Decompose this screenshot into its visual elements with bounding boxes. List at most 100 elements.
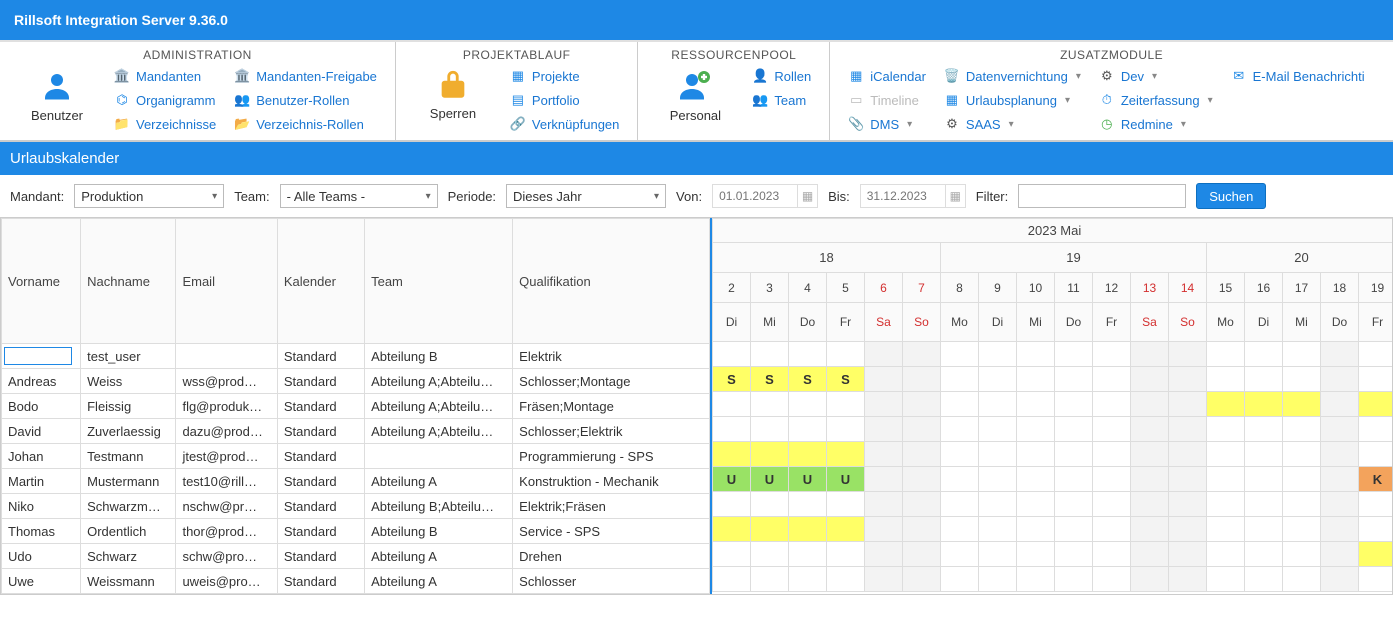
calendar-cell[interactable] bbox=[1169, 467, 1207, 492]
period-select[interactable]: Dieses Jahr ▾ bbox=[506, 184, 666, 208]
bis-input[interactable] bbox=[860, 184, 946, 208]
zeiterfassung-link[interactable]: ⏱ Zeiterfassung ▾ bbox=[1099, 92, 1213, 108]
cell-vorname[interactable]: Niko bbox=[2, 494, 81, 519]
calendar-cell[interactable] bbox=[941, 342, 979, 367]
table-row[interactable]: DavidZuverlaessigdazu@prod…StandardAbtei… bbox=[2, 419, 710, 444]
calendar-cell[interactable] bbox=[1169, 392, 1207, 417]
calendar-cell[interactable] bbox=[1055, 367, 1093, 392]
calendar-cell[interactable] bbox=[903, 442, 941, 467]
calendar-cell[interactable] bbox=[751, 417, 789, 442]
cell-team[interactable]: Abteilung B bbox=[365, 519, 513, 544]
calendar-cell[interactable] bbox=[1055, 342, 1093, 367]
projekte-link[interactable]: ▦ Projekte bbox=[510, 68, 619, 84]
calendar-cell[interactable] bbox=[1359, 517, 1393, 542]
calendar-cell[interactable] bbox=[1321, 342, 1359, 367]
calendar-cell[interactable] bbox=[789, 392, 827, 417]
cell-vorname[interactable]: Uwe bbox=[2, 569, 81, 594]
cell-kalender[interactable]: Standard bbox=[277, 394, 364, 419]
datenvernichtung-link[interactable]: 🗑️ Datenvernichtung ▾ bbox=[944, 68, 1081, 84]
calendar-cell[interactable] bbox=[1283, 517, 1321, 542]
calendar-cell[interactable] bbox=[1207, 392, 1245, 417]
calendar-cell[interactable] bbox=[1169, 492, 1207, 517]
calendar-cell[interactable] bbox=[941, 392, 979, 417]
calendar-cell[interactable] bbox=[713, 342, 751, 367]
verknuepfungen-link[interactable]: 🔗 Verknüpfungen bbox=[510, 116, 619, 132]
cell-vorname[interactable]: David bbox=[2, 419, 81, 444]
calendar-cell[interactable] bbox=[1245, 492, 1283, 517]
calendar-cell[interactable] bbox=[1131, 467, 1169, 492]
calendar-cell[interactable] bbox=[713, 442, 751, 467]
calendar-cell[interactable] bbox=[865, 442, 903, 467]
von-input[interactable] bbox=[712, 184, 798, 208]
calendar-cell[interactable] bbox=[1321, 442, 1359, 467]
calendar-cell[interactable] bbox=[941, 417, 979, 442]
cell-kalender[interactable]: Standard bbox=[277, 419, 364, 444]
table-row[interactable]: NikoSchwarzm…nschw@pr…StandardAbteilung … bbox=[2, 494, 710, 519]
calendar-cell[interactable] bbox=[1017, 542, 1055, 567]
calendar-cell[interactable] bbox=[1055, 392, 1093, 417]
team-link[interactable]: 👥 Team bbox=[752, 92, 811, 108]
calendar-cell[interactable] bbox=[751, 442, 789, 467]
cell-email[interactable]: flg@produk… bbox=[176, 394, 277, 419]
cell-team[interactable] bbox=[365, 444, 513, 469]
calendar-cell[interactable]: K bbox=[1359, 467, 1393, 492]
calendar-cell[interactable] bbox=[827, 492, 865, 517]
calendar-cell[interactable] bbox=[1169, 417, 1207, 442]
calendar-cell[interactable]: S bbox=[751, 367, 789, 392]
calendar-cell[interactable] bbox=[1359, 392, 1393, 417]
calendar-cell[interactable] bbox=[827, 342, 865, 367]
calendar-cell[interactable] bbox=[903, 392, 941, 417]
table-row[interactable]: BodoFleissigflg@produk…StandardAbteilung… bbox=[2, 394, 710, 419]
calendar-cell[interactable] bbox=[903, 367, 941, 392]
cell-qual[interactable]: Elektrik bbox=[513, 344, 710, 369]
calendar-cell[interactable] bbox=[1283, 492, 1321, 517]
calendar-cell[interactable] bbox=[865, 342, 903, 367]
calendar-cell[interactable] bbox=[979, 542, 1017, 567]
cell-nachname[interactable]: Zuverlaessig bbox=[81, 419, 176, 444]
calendar-cell[interactable] bbox=[1245, 517, 1283, 542]
calendar-cell[interactable] bbox=[1321, 542, 1359, 567]
calendar-cell[interactable] bbox=[941, 367, 979, 392]
calendar-cell[interactable] bbox=[1207, 442, 1245, 467]
calendar-cell[interactable] bbox=[751, 392, 789, 417]
calendar-cell[interactable] bbox=[1131, 342, 1169, 367]
table-row[interactable]: JohanTestmannjtest@prod…StandardProgramm… bbox=[2, 444, 710, 469]
calendar-cell[interactable] bbox=[903, 342, 941, 367]
calendar-cell[interactable]: U bbox=[789, 467, 827, 492]
calendar-cell[interactable] bbox=[979, 492, 1017, 517]
calendar-cell[interactable] bbox=[1245, 467, 1283, 492]
dms-link[interactable]: 📎 DMS ▾ bbox=[848, 116, 926, 132]
calendar-cell[interactable] bbox=[1321, 517, 1359, 542]
cell-qual[interactable]: Fräsen;Montage bbox=[513, 394, 710, 419]
calendar-cell[interactable] bbox=[903, 492, 941, 517]
calendar-cell[interactable] bbox=[1055, 417, 1093, 442]
calendar-cell[interactable] bbox=[713, 567, 751, 592]
dev-link[interactable]: ⚙ Dev ▾ bbox=[1099, 68, 1213, 84]
cell-kalender[interactable]: Standard bbox=[277, 469, 364, 494]
calendar-cell[interactable] bbox=[1207, 342, 1245, 367]
calendar-cell[interactable] bbox=[1017, 467, 1055, 492]
cell-qual[interactable]: Elektrik;Fräsen bbox=[513, 494, 710, 519]
calendar-cell[interactable] bbox=[1283, 442, 1321, 467]
calendar-cell[interactable] bbox=[1131, 392, 1169, 417]
calendar-cell[interactable] bbox=[1283, 367, 1321, 392]
cell-kalender[interactable]: Standard bbox=[277, 494, 364, 519]
mandanten-link[interactable]: 🏛️ Mandanten bbox=[114, 68, 216, 84]
table-row[interactable]: test_userStandardAbteilung BElektrik bbox=[2, 344, 710, 369]
calendar-cell[interactable] bbox=[1207, 367, 1245, 392]
rollen-link[interactable]: 👤 Rollen bbox=[752, 68, 811, 84]
calendar-cell[interactable] bbox=[1131, 367, 1169, 392]
calendar-cell[interactable] bbox=[789, 442, 827, 467]
cell-email[interactable]: schw@pro… bbox=[176, 544, 277, 569]
calendar-cell[interactable] bbox=[1245, 542, 1283, 567]
vorname-inline-input[interactable] bbox=[4, 347, 72, 365]
calendar-picker-icon[interactable]: ▦ bbox=[946, 184, 966, 208]
calendar-cell[interactable] bbox=[1283, 567, 1321, 592]
team-select[interactable]: - Alle Teams - ▾ bbox=[280, 184, 438, 208]
cell-qual[interactable]: Drehen bbox=[513, 544, 710, 569]
calendar-cell[interactable] bbox=[827, 392, 865, 417]
cell-vorname[interactable]: Udo bbox=[2, 544, 81, 569]
cell-nachname[interactable]: Weissmann bbox=[81, 569, 176, 594]
calendar-cell[interactable] bbox=[1131, 542, 1169, 567]
calendar-cell[interactable] bbox=[1283, 392, 1321, 417]
